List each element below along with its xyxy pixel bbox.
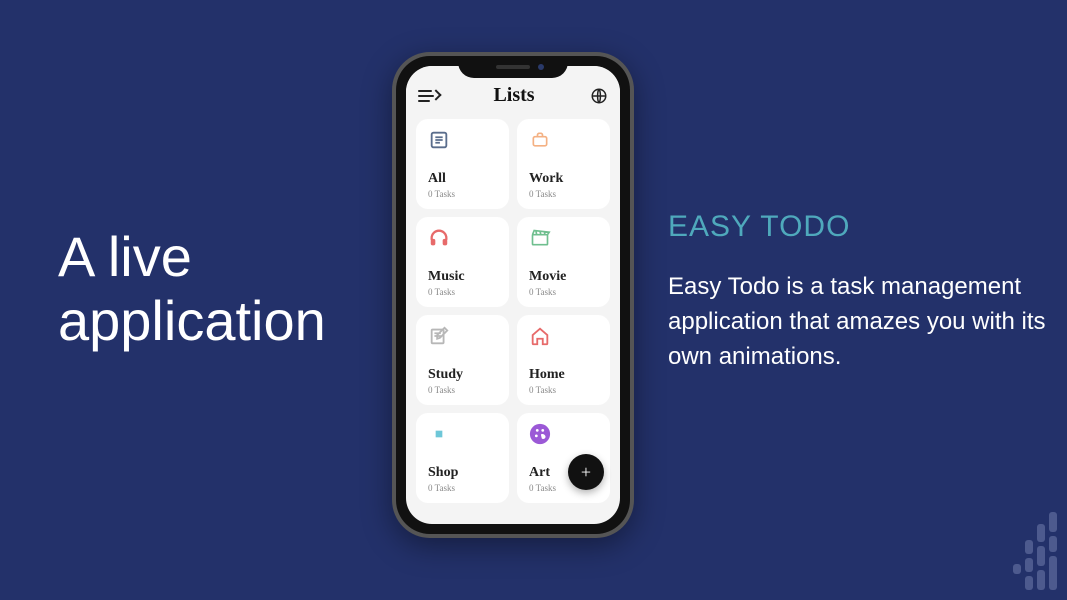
card-title: All [428, 171, 497, 187]
corner-decoration [1007, 512, 1057, 590]
app-screen: Lists [406, 66, 620, 524]
card-subtitle: 0 Tasks [428, 385, 497, 395]
square-icon [428, 423, 450, 445]
card-title: Work [529, 171, 598, 187]
plus-icon: + [581, 462, 591, 483]
clapperboard-icon [529, 227, 551, 249]
card-music[interactable]: Music 0 Tasks [416, 217, 509, 307]
card-title: Shop [428, 465, 497, 481]
card-work[interactable]: Work 0 Tasks [517, 119, 610, 209]
house-icon [529, 325, 551, 347]
menu-icon[interactable] [418, 88, 438, 104]
card-movie[interactable]: Movie 0 Tasks [517, 217, 610, 307]
app-header-title: Lists [493, 84, 534, 107]
product-title: EASY TODO [668, 210, 1058, 244]
card-subtitle: 0 Tasks [428, 287, 497, 297]
card-all[interactable]: All 0 Tasks [416, 119, 509, 209]
card-title: Study [428, 367, 497, 383]
hero-heading: A live application [58, 225, 326, 354]
card-title: Movie [529, 269, 598, 285]
card-subtitle: 0 Tasks [529, 287, 598, 297]
card-subtitle: 0 Tasks [428, 189, 497, 199]
briefcase-icon [529, 129, 551, 151]
headphones-icon [428, 227, 450, 249]
phone-notch [458, 56, 568, 78]
card-study[interactable]: Study 0 Tasks [416, 315, 509, 405]
product-description: Easy Todo is a task management applicati… [668, 270, 1058, 374]
card-subtitle: 0 Tasks [428, 483, 497, 493]
hero-line1: A live [58, 225, 326, 289]
card-subtitle: 0 Tasks [529, 189, 598, 199]
card-subtitle: 0 Tasks [529, 385, 598, 395]
card-title: Music [428, 269, 497, 285]
hero-line2: application [58, 289, 326, 353]
palette-icon [529, 423, 551, 445]
add-button[interactable]: + [568, 454, 604, 490]
card-shop[interactable]: Shop 0 Tasks [416, 413, 509, 503]
card-title: Home [529, 367, 598, 383]
list-icon [428, 129, 450, 151]
globe-icon[interactable] [590, 87, 608, 105]
card-home[interactable]: Home 0 Tasks [517, 315, 610, 405]
product-info: EASY TODO Easy Todo is a task management… [668, 210, 1058, 374]
notebook-icon [428, 325, 450, 347]
phone-mockup: Lists [392, 52, 634, 538]
